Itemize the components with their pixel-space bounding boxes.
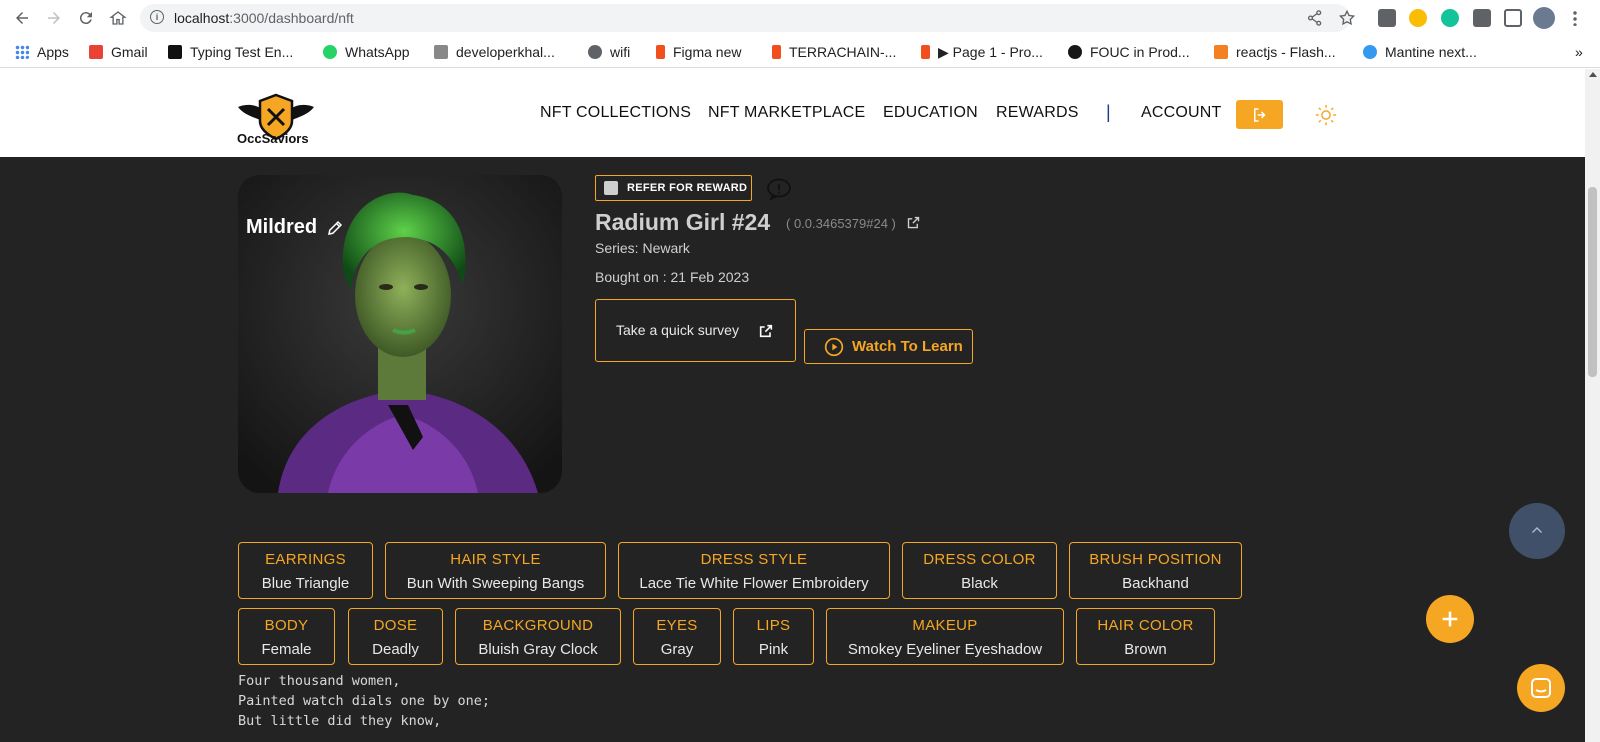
- apps-grid-icon: [15, 45, 29, 59]
- back-icon[interactable]: [11, 7, 33, 29]
- plus-icon: [1442, 611, 1458, 627]
- chat-icon: [1531, 678, 1551, 698]
- bookmarks-bar: Apps Gmail Typing Test En... WhatsApp de…: [0, 36, 1600, 68]
- add-button[interactable]: [1426, 595, 1474, 643]
- bookmarks-overflow[interactable]: »: [1575, 42, 1583, 62]
- nft-name: Mildred: [246, 216, 318, 238]
- forward-icon[interactable]: [43, 7, 65, 29]
- react-icon: [1363, 45, 1377, 59]
- home-icon[interactable]: [107, 7, 129, 29]
- bookmark-terrachain[interactable]: TERRACHAIN-...: [772, 42, 896, 62]
- scroll-to-top-button[interactable]: [1509, 503, 1565, 559]
- attribute-lips: LIPS Pink: [733, 608, 814, 665]
- bookmark-wifi[interactable]: wifi: [588, 42, 630, 62]
- attribute-dress-color: DRESS COLOR Black: [902, 542, 1057, 599]
- reward-envelope-icon: [604, 181, 618, 195]
- nft-title: Radium Girl #24: [595, 209, 771, 235]
- bookmark-typing-test[interactable]: Typing Test En...: [168, 42, 293, 62]
- figma-icon: [772, 45, 781, 59]
- url-text: localhost:3000/dashboard/nft: [174, 10, 354, 26]
- whatsapp-icon: [323, 45, 337, 59]
- site-icon: [434, 45, 448, 59]
- nav-account[interactable]: ACCOUNT: [1141, 104, 1222, 122]
- stackoverflow-icon: [1214, 45, 1228, 59]
- sun-icon[interactable]: [1315, 104, 1337, 126]
- attribute-hair-color: HAIR COLOR Brown: [1076, 608, 1215, 665]
- extension-icon[interactable]: [1409, 9, 1427, 27]
- page-scrollbar[interactable]: [1585, 69, 1600, 742]
- bookmark-figma-new[interactable]: Figma new: [656, 42, 741, 62]
- site-header: OccSaviors NFT COLLECTIONS NFT MARKETPLA…: [0, 69, 1585, 157]
- nav-rewards[interactable]: REWARDS: [996, 104, 1079, 122]
- browser-toolbar: i localhost:3000/dashboard/nft: [0, 0, 1600, 36]
- site-info-icon[interactable]: i: [150, 10, 164, 24]
- attribute-brush-position: BRUSH POSITION Backhand: [1069, 542, 1242, 599]
- attribute-dress-style: DRESS STYLE Lace Tie White Flower Embroid…: [618, 542, 890, 599]
- attribute-body: BODY Female: [238, 608, 335, 665]
- extension-icon[interactable]: [1441, 9, 1459, 27]
- attribute-earrings: EARRINGS Blue Triangle: [238, 542, 373, 599]
- scroll-thumb[interactable]: [1588, 187, 1597, 377]
- menu-icon[interactable]: [1573, 10, 1577, 26]
- gmail-icon: [89, 45, 103, 59]
- sidepanel-icon[interactable]: [1504, 9, 1522, 27]
- chevron-up-icon: [1532, 527, 1542, 533]
- extension-icon[interactable]: [1378, 9, 1396, 27]
- bookmark-developerkhal[interactable]: developerkhal...: [434, 42, 555, 62]
- address-bar[interactable]: i localhost:3000/dashboard/nft: [140, 4, 1356, 32]
- github-icon: [1068, 45, 1082, 59]
- attribute-background: BACKGROUND Bluish Gray Clock: [455, 608, 621, 665]
- nav-nft-collections[interactable]: NFT COLLECTIONS: [540, 104, 691, 122]
- play-circle-icon: [824, 337, 844, 356]
- external-link-icon: [759, 324, 773, 338]
- typing-test-icon: [168, 45, 182, 59]
- chat-support-button[interactable]: [1517, 664, 1565, 712]
- nft-poem: Four thousand women, Painted watch dials …: [238, 673, 490, 729]
- logout-icon: [1253, 107, 1266, 122]
- nft-series: Series: Newark: [595, 240, 690, 256]
- info-bubble-icon[interactable]: [766, 178, 792, 200]
- external-link-icon[interactable]: [906, 215, 921, 230]
- figma-icon: [656, 45, 665, 59]
- bookmark-page1[interactable]: ▶ Page 1 - Pro...: [921, 42, 1043, 62]
- bookmark-gmail[interactable]: Gmail: [89, 42, 148, 62]
- attribute-dose: DOSE Deadly: [348, 608, 443, 665]
- token-id: ( 0.0.3465379#24 ): [786, 216, 896, 231]
- nav-nft-marketplace[interactable]: NFT MARKETPLACE: [708, 104, 865, 122]
- pencil-edit-icon[interactable]: [326, 219, 344, 237]
- nav-education[interactable]: EDUCATION: [883, 104, 978, 122]
- attribute-makeup: MAKEUP Smokey Eyeliner Eyeshadow: [826, 608, 1064, 665]
- logout-button[interactable]: [1236, 100, 1283, 129]
- logo-text: OccSaviors: [237, 131, 309, 146]
- bookmark-apps[interactable]: Apps: [15, 42, 69, 62]
- share-icon[interactable]: [1306, 9, 1324, 27]
- nav-separator: |: [1106, 102, 1111, 122]
- globe-icon: [588, 45, 602, 59]
- watch-to-learn-button[interactable]: Watch To Learn: [804, 329, 973, 364]
- avatar[interactable]: [1533, 7, 1555, 29]
- scroll-up-arrow-icon[interactable]: [1589, 72, 1597, 77]
- quick-survey-button[interactable]: Take a quick survey: [595, 299, 796, 362]
- refer-for-reward-button[interactable]: REFER FOR REWARD: [595, 175, 752, 201]
- bookmark-reactjs[interactable]: reactjs - Flash...: [1214, 42, 1336, 62]
- bookmark-star-icon[interactable]: [1338, 9, 1356, 27]
- bookmark-fouc[interactable]: FOUC in Prod...: [1068, 42, 1190, 62]
- puzzle-icon[interactable]: [1473, 9, 1491, 27]
- reload-icon[interactable]: [75, 7, 97, 29]
- attribute-hair-style: HAIR STYLE Bun With Sweeping Bangs: [385, 542, 606, 599]
- bookmark-mantine[interactable]: Mantine next...: [1363, 42, 1477, 62]
- attribute-eyes: EYES Gray: [633, 608, 721, 665]
- nft-detail-page: Mildred REFER FOR REWARD Radium Girl #24…: [0, 157, 1585, 742]
- nft-bought-date: Bought on : 21 Feb 2023: [595, 269, 750, 285]
- bookmark-whatsapp[interactable]: WhatsApp: [323, 42, 410, 62]
- figma-icon: [921, 45, 930, 59]
